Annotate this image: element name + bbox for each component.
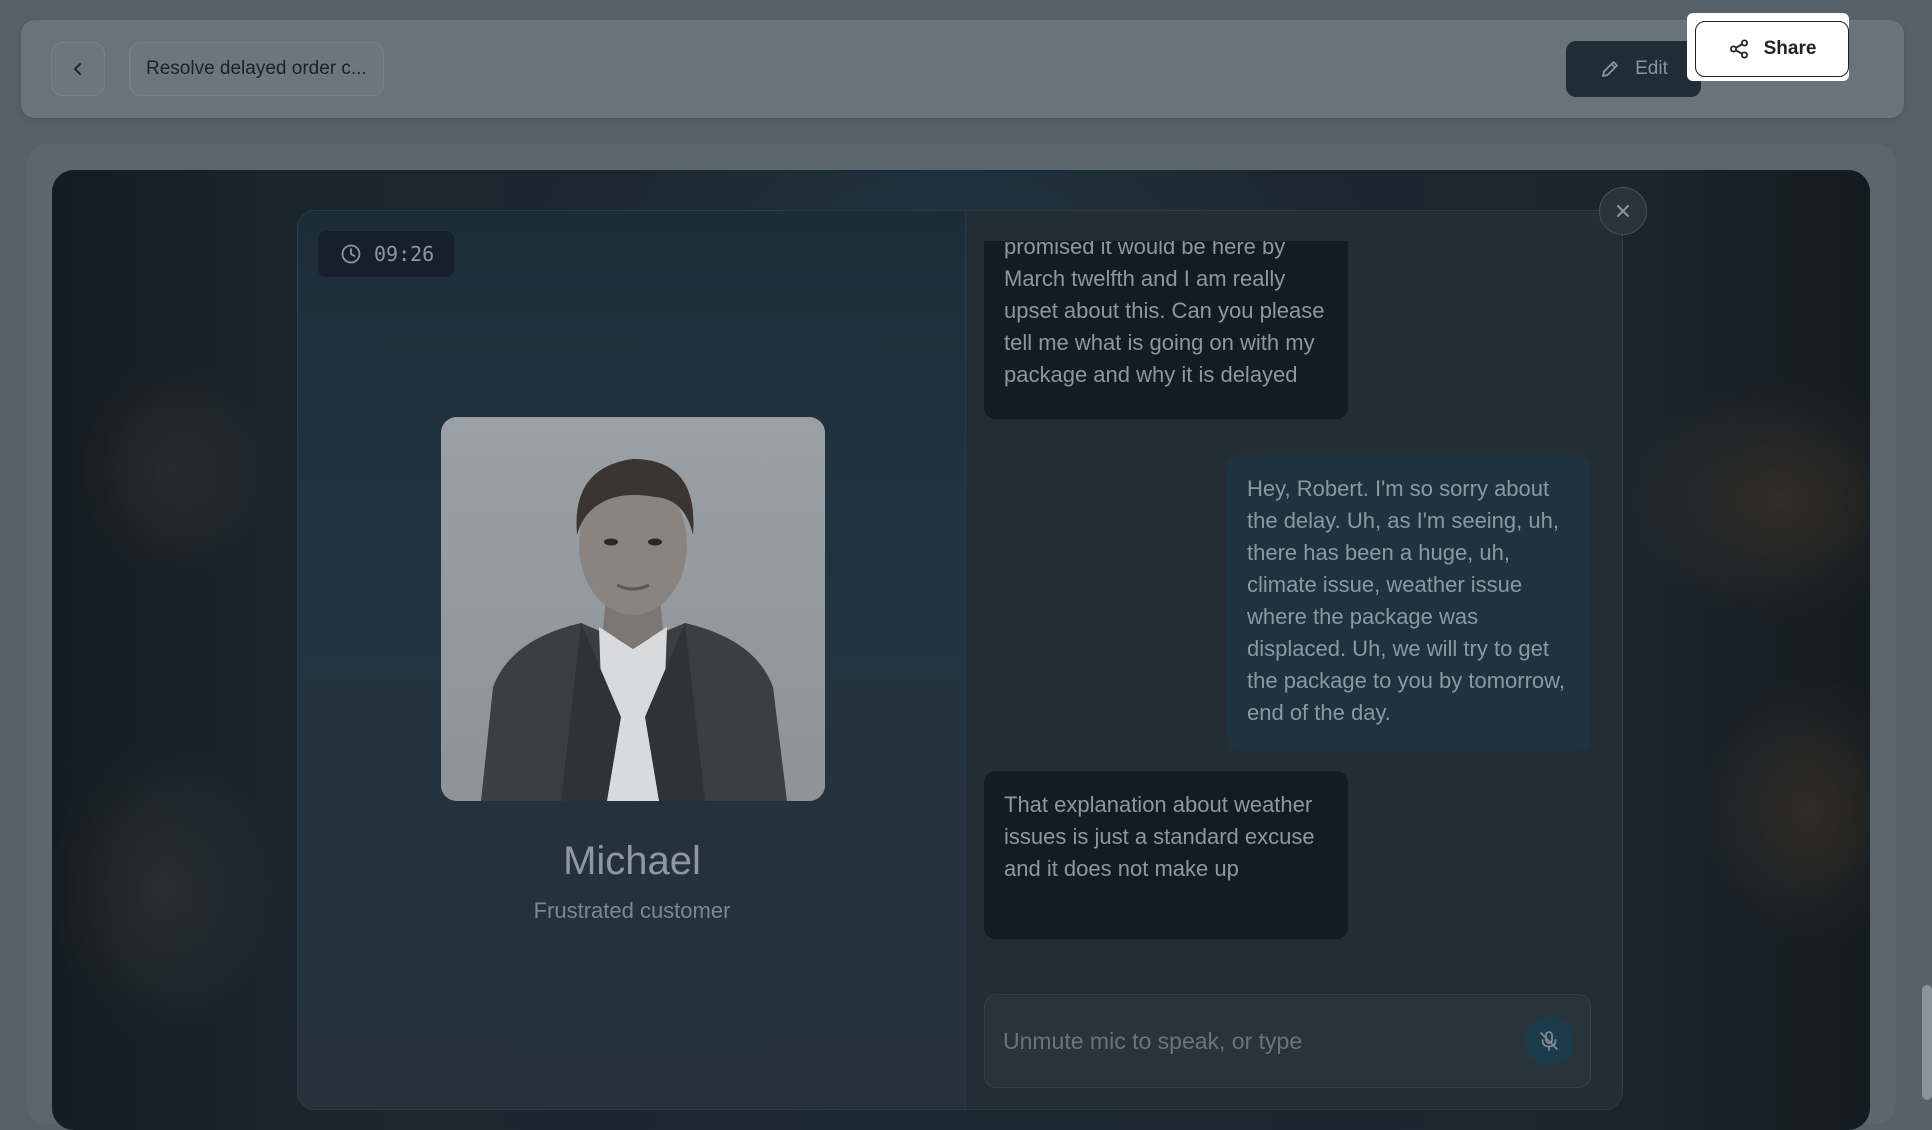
persona-avatar — [441, 417, 825, 801]
persona-name: Michael — [563, 839, 701, 883]
close-icon — [1617, 205, 1629, 217]
top-bar: Resolve delayed order c... Edit — [21, 20, 1904, 118]
chat-message-agent: Hey, Robert. I'm so sorry about the dela… — [1227, 455, 1591, 751]
pencil-icon — [1602, 61, 1619, 77]
chat-message-customer: promised it would be here by March twelf… — [984, 241, 1348, 419]
message-composer — [984, 994, 1591, 1088]
scenario-title[interactable]: Resolve delayed order c... — [129, 42, 384, 96]
share-icon — [1729, 39, 1748, 59]
session-timer: 09:26 — [318, 231, 455, 277]
share-button[interactable]: Share — [1695, 21, 1849, 77]
person-portrait-icon — [441, 417, 825, 801]
edit-button-label: Edit — [1635, 58, 1668, 79]
chat-message-text: That explanation about weather issues is… — [1004, 792, 1315, 881]
mic-toggle-button[interactable] — [1524, 1016, 1574, 1066]
clock-icon — [341, 244, 361, 264]
chat-panel: promised it would be here by March twelf… — [966, 211, 1622, 1109]
chevron-left-icon — [74, 63, 81, 75]
share-button-label: Share — [1763, 38, 1817, 59]
page-scrollbar[interactable] — [1922, 985, 1932, 1100]
chat-message-text: promised it would be here by March twelf… — [1004, 241, 1325, 387]
edit-button[interactable]: Edit — [1566, 41, 1701, 97]
back-button[interactable] — [51, 42, 105, 96]
persona-panel: 09:26 Michael Frustrated customer — [298, 211, 966, 1109]
chat-message-customer: That explanation about weather issues is… — [984, 771, 1348, 939]
timer-value: 09:26 — [374, 242, 435, 266]
persona-role: Frustrated customer — [533, 898, 731, 923]
chat-message-text: Hey, Robert. I'm so sorry about the dela… — [1247, 476, 1565, 725]
mic-off-icon — [1540, 1031, 1558, 1051]
roleplay-session-modal: 09:26 Michael Frustrated customer promis… — [297, 210, 1623, 1110]
message-input[interactable] — [1001, 1026, 1524, 1056]
close-session-button[interactable] — [1599, 187, 1647, 235]
share-button-highlight: Share — [1687, 13, 1849, 81]
